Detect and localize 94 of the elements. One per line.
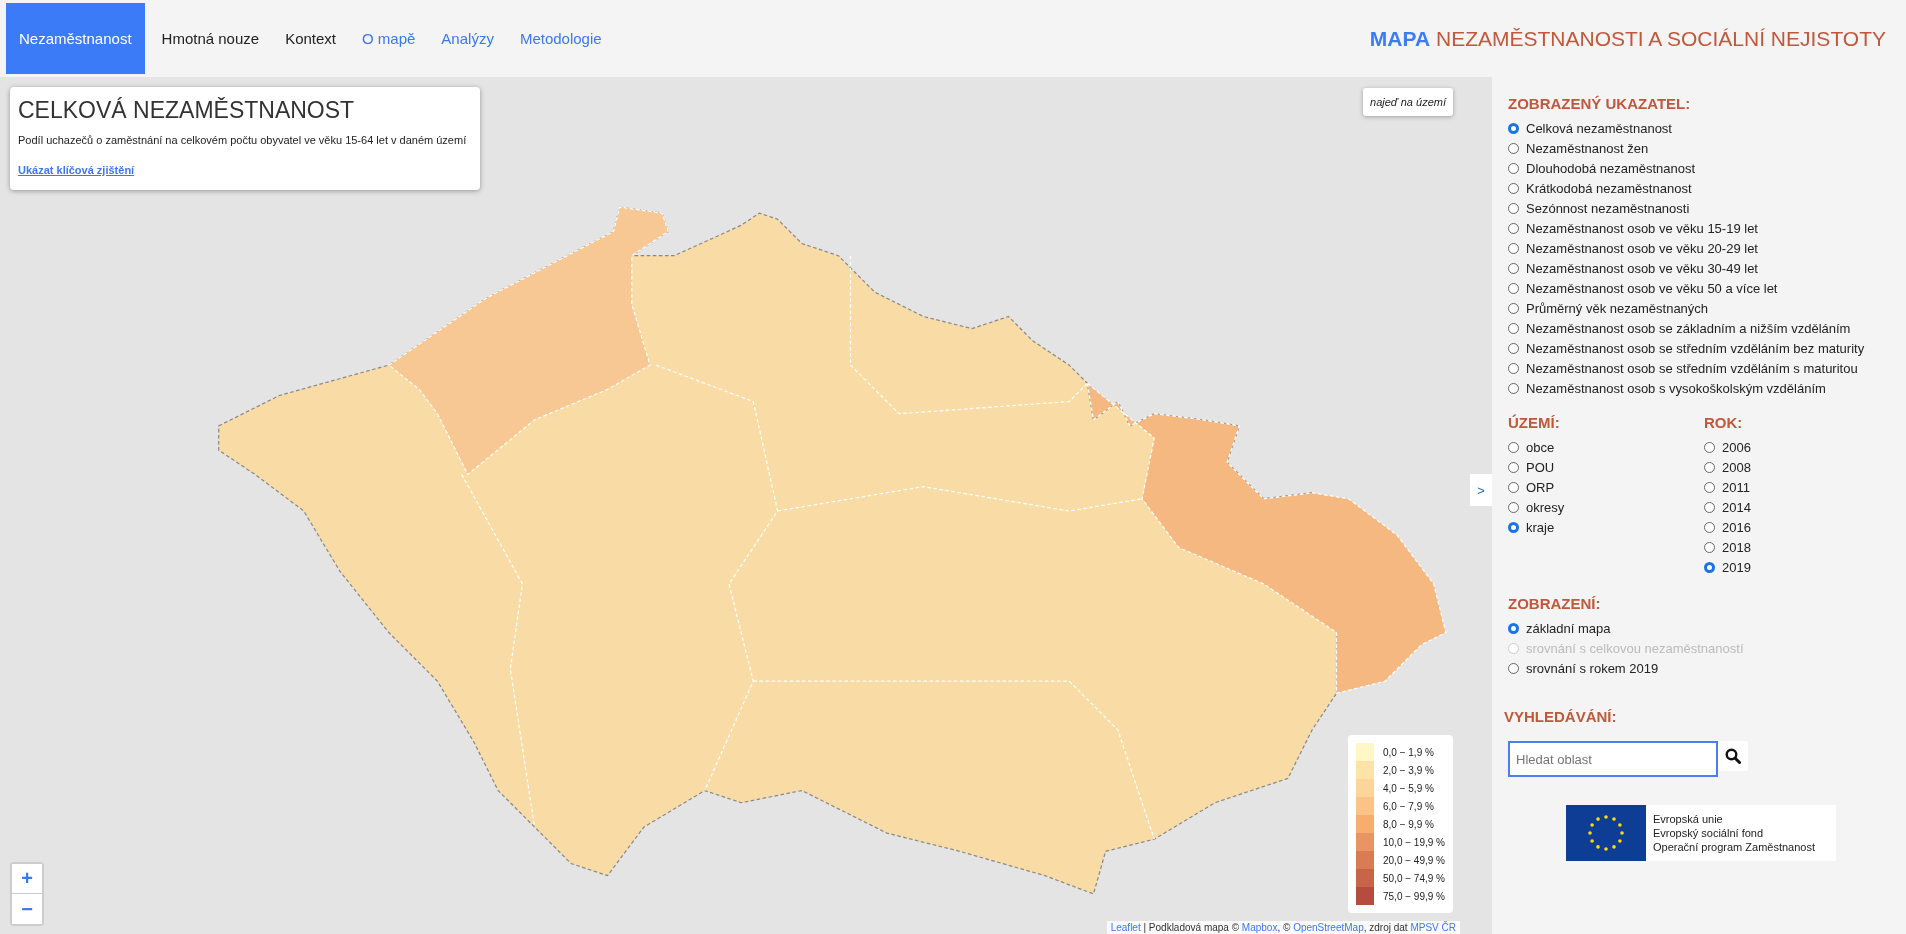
radio-option[interactable]: 2011 (1704, 477, 1900, 497)
legend-label: 10,0 − 19,9 % (1383, 836, 1445, 848)
radio-option[interactable]: Nezaměstnanost osob ve věku 50 a více let (1508, 278, 1906, 298)
info-title: CELKOVÁ NEZAMĚSTNANOST (18, 97, 356, 124)
legend-label: 4,0 − 5,9 % (1383, 782, 1434, 794)
radio-option[interactable]: Průměrný věk nezaměstnaných (1508, 298, 1906, 318)
radio-button[interactable] (1508, 282, 1519, 294)
key-findings-link[interactable]: Ukázat klíčová zjištění (18, 164, 135, 176)
radio-option[interactable]: Nezaměstnanost osob ve věku 30-49 let (1508, 258, 1906, 278)
nav-link[interactable]: Analýzy (428, 3, 507, 74)
section-heading: VYHLEDÁVÁNÍ: (1504, 708, 1618, 725)
radio-button[interactable] (1508, 262, 1519, 274)
radio-button[interactable] (1508, 662, 1519, 674)
attribution-link[interactable]: MPSV ČR (1410, 922, 1456, 933)
legend-label: 0,0 − 1,9 % (1383, 746, 1434, 758)
search-icon (1725, 748, 1741, 764)
attribution-link[interactable]: OpenStreetMap (1293, 922, 1364, 933)
radio-button[interactable] (1508, 302, 1519, 314)
radio-button[interactable] (1508, 441, 1519, 453)
attribution-link[interactable]: Leaflet (1110, 922, 1141, 933)
radio-option[interactable]: ORP (1508, 477, 1704, 497)
radio-button[interactable] (1508, 521, 1519, 533)
eu-logo-text: Evropský sociální fond (1653, 826, 1765, 840)
radio-option[interactable]: srovnání s rokem 2019 (1508, 658, 1906, 678)
radio-button[interactable] (1704, 501, 1715, 513)
legend-label: 6,0 − 7,9 % (1383, 800, 1434, 812)
eu-logo-text: Evropská unie (1653, 812, 1724, 826)
section-heading: ROK: (1704, 414, 1744, 431)
radio-button[interactable] (1508, 182, 1519, 194)
radio-option[interactable]: 2018 (1704, 537, 1900, 557)
radio-option[interactable]: 2016 (1704, 517, 1900, 537)
radio-option[interactable]: Nezaměstnanost osob s vysokoškolským vzděláním (1508, 378, 1906, 398)
radio-button[interactable] (1704, 481, 1715, 493)
search-button[interactable] (1718, 741, 1748, 771)
legend-label: 75,0 − 99,9 % (1383, 890, 1445, 902)
radio-option[interactable]: Nezaměstnanost osob se středním vzděláním bez maturity (1508, 338, 1906, 358)
radio-button[interactable] (1508, 322, 1519, 334)
radio-button[interactable] (1508, 162, 1519, 174)
radio-button[interactable] (1508, 142, 1519, 154)
radio-button[interactable] (1508, 222, 1519, 234)
radio-button[interactable] (1508, 122, 1519, 134)
radio-button[interactable] (1508, 202, 1519, 214)
eu-logo-text: Operační program Zaměstnanost (1653, 840, 1816, 854)
map-attribution: Leaflet | Podkladová mapa © Mapbox, © OpenStreetMap, zdroj dat MPSV ČR (1106, 921, 1460, 934)
radio-option[interactable]: Dlouhodobá nezaměstnanost (1508, 158, 1906, 178)
radio-option[interactable]: obce (1508, 437, 1704, 457)
radio-option[interactable]: 2019 (1704, 557, 1900, 577)
radio-option[interactable]: Sezónnost nezaměstnanosti (1508, 198, 1906, 218)
radio-button[interactable] (1704, 541, 1715, 553)
nav-tab[interactable]: Nezaměstnanost (6, 3, 145, 74)
radio-option[interactable]: Nezaměstnanost osob ve věku 20-29 let (1508, 238, 1906, 258)
nav-link[interactable]: O mapě (349, 3, 429, 74)
nav-tab[interactable]: Kontext (272, 3, 349, 74)
radio-option[interactable]: Nezaměstnanost žen (1508, 138, 1906, 158)
radio-option[interactable]: okresy (1508, 497, 1704, 517)
radio-button[interactable] (1508, 461, 1519, 473)
legend-label: 50,0 − 74,9 % (1383, 872, 1445, 884)
radio-option[interactable]: 2006 (1704, 437, 1900, 457)
legend-label: 20,0 − 49,9 % (1383, 854, 1445, 866)
info-description: Podíl uchazečů o zaměstnání na celkovém počtu obyvatel ve věku 15-64 let v daném území (18, 134, 468, 146)
radio-option[interactable]: kraje (1508, 517, 1704, 537)
radio-button[interactable] (1704, 441, 1715, 453)
radio-button[interactable] (1508, 242, 1519, 254)
nav-link[interactable]: Metodologie (506, 3, 615, 74)
search-field[interactable]: Hledat oblast (1508, 741, 1718, 777)
radio-button[interactable] (1508, 342, 1519, 354)
radio-button[interactable] (1704, 461, 1715, 473)
radio-option[interactable]: POU (1508, 457, 1704, 477)
radio-option[interactable]: Nezaměstnanost osob ve věku 15-19 let (1508, 218, 1906, 238)
radio-option[interactable]: 2008 (1704, 457, 1900, 477)
section-heading: ÚZEMÍ: (1508, 414, 1561, 431)
section-heading: ZOBRAZENÝ UKAZATEL: (1508, 95, 1692, 112)
radio-button[interactable] (1508, 362, 1519, 374)
fit-to-area-button[interactable]: najeď na území (1363, 88, 1453, 116)
legend-label: 8,0 − 9,9 % (1383, 818, 1434, 830)
radio-option[interactable]: Nezaměstnanost osob se základním a nižším vzděláním (1508, 318, 1906, 338)
radio-button[interactable] (1508, 501, 1519, 513)
radio-button[interactable] (1508, 622, 1519, 634)
radio-button[interactable] (1508, 481, 1519, 493)
panel-toggle-button[interactable]: > (1470, 474, 1492, 506)
nav-tab[interactable]: Hmotná nouze (148, 3, 273, 74)
section-heading: ZOBRAZENÍ: (1508, 595, 1602, 612)
radio-button[interactable] (1508, 382, 1519, 394)
radio-option[interactable]: Krátkodobá nezaměstnanost (1508, 178, 1906, 198)
site-title: MAPA NEZAMĚSTNANOSTI A SOCIÁLNÍ NEJISTOTY (1369, 26, 1886, 51)
radio-button[interactable] (1704, 561, 1715, 573)
radio-option[interactable]: Nezaměstnanost osob se středním vzděláním s maturitou (1508, 358, 1906, 378)
legend-label: 2,0 − 3,9 % (1383, 764, 1434, 776)
radio-option[interactable]: základní mapa (1508, 618, 1906, 638)
radio-button[interactable] (1704, 521, 1715, 533)
zoom-in-button[interactable]: + (12, 864, 42, 894)
radio-option[interactable]: 2014 (1704, 497, 1900, 517)
radio-option[interactable]: Celková nezaměstnanost (1508, 118, 1906, 138)
eu-flag-icon (1566, 805, 1646, 861)
